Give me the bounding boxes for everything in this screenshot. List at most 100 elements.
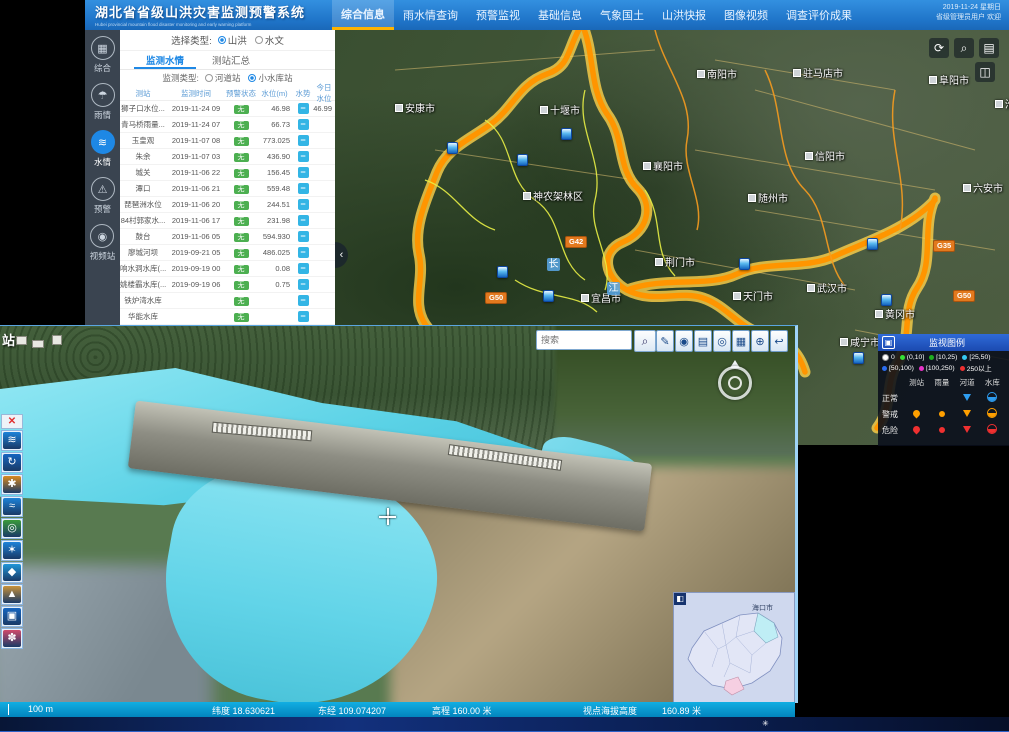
trend-icon: − bbox=[298, 215, 309, 226]
table-row[interactable]: 城关2019-11-06 22无156.45− bbox=[120, 165, 335, 181]
image-icon[interactable]: ▦ bbox=[732, 330, 750, 352]
swirl-tool-icon[interactable]: ✱ bbox=[1, 474, 23, 495]
nav-item-6[interactable]: 图像视频 bbox=[715, 0, 777, 30]
sidebar-item-3[interactable]: ⚠预警 bbox=[91, 177, 115, 215]
table-row[interactable]: 琵琶洲水位2019-11-06 20无244.51− bbox=[120, 197, 335, 213]
station-cell[interactable]: 响水洞水库(... bbox=[120, 263, 166, 274]
eye-icon[interactable]: ◎ bbox=[713, 330, 731, 352]
table-row[interactable]: 潭口2019-11-06 21无559.48− bbox=[120, 181, 335, 197]
table-row[interactable]: 姚楼霸水库(...2019-09-19 06无0.75− bbox=[120, 277, 335, 293]
station-marker-icon[interactable] bbox=[561, 128, 572, 140]
nav-item-7[interactable]: 调查评价成果 bbox=[777, 0, 861, 30]
nav-item-4[interactable]: 气象国土 bbox=[591, 0, 653, 30]
globe-icon[interactable]: ⊕ bbox=[751, 330, 769, 352]
sidebar-item-1[interactable]: ☂雨情 bbox=[91, 83, 115, 121]
view3d-window[interactable]: 站 ⌕ ✎◉▤◎▦⊕↩ ✕≋↻✱≈◎✶◆▲▣✽ 海口市 ◧ bbox=[0, 325, 798, 703]
scene-mode-button[interactable]: ◫ bbox=[975, 62, 995, 82]
table-row[interactable]: 青马桥雨量...2019-11-24 07无66.73− bbox=[120, 117, 335, 133]
nav-item-2[interactable]: 预警监视 bbox=[467, 0, 529, 30]
rotate-tool-icon[interactable]: ↻ bbox=[1, 452, 23, 473]
nav-item-0[interactable]: 综合信息 bbox=[332, 0, 394, 30]
table-row[interactable]: 鼓台2019-11-06 05无594.930− bbox=[120, 229, 335, 245]
station-cell[interactable]: 琵琶洲水位 bbox=[120, 199, 166, 210]
camera-icon[interactable]: ◉ bbox=[675, 330, 693, 352]
target-tool-icon[interactable]: ◎ bbox=[1, 518, 23, 539]
table-row[interactable]: 华能水库无− bbox=[120, 309, 335, 325]
station-cell[interactable]: 廖城河坝 bbox=[120, 247, 166, 258]
splash-tool-icon[interactable]: ✶ bbox=[1, 540, 23, 561]
table-header: 测站监测时间预警状态水位(m)水势今日水位 bbox=[120, 86, 335, 101]
station-marker-icon[interactable] bbox=[447, 142, 458, 154]
city-label: 淮南市 bbox=[995, 96, 1009, 111]
trend-icon: − bbox=[298, 167, 309, 178]
frame-tool-icon[interactable]: ▣ bbox=[1, 606, 23, 627]
table-row[interactable]: 朱余2019-11-07 03无436.90− bbox=[120, 149, 335, 165]
table-row[interactable]: 玉皇观2019-11-07 08无773.025− bbox=[120, 133, 335, 149]
ripple-tool-icon[interactable]: ≈ bbox=[1, 496, 23, 517]
search-icon[interactable]: ⌕ bbox=[954, 38, 974, 58]
station-cell[interactable]: 姚楼霸水库(... bbox=[120, 279, 166, 290]
analysis-tool-icon[interactable]: ✽ bbox=[1, 628, 23, 649]
brand-block: 湖北省省级山洪灾害监测预警系统 Hubei provincial mountai… bbox=[85, 0, 330, 30]
filter-radio-icon[interactable] bbox=[218, 36, 226, 44]
compass-control[interactable] bbox=[716, 362, 756, 406]
station-cell[interactable]: 青马桥雨量... bbox=[120, 119, 166, 130]
station-cell[interactable]: 玉皇观 bbox=[120, 135, 166, 146]
station-cell[interactable]: 84村郭家水... bbox=[120, 215, 166, 226]
tab-0[interactable]: 监测水情 bbox=[134, 51, 196, 69]
time-cell: 2019-09-19 06 bbox=[166, 280, 226, 289]
table-row[interactable]: 狮子口水位...2019-11-24 09无46.98−46.99 bbox=[120, 101, 335, 117]
city-dot-icon bbox=[581, 294, 589, 302]
layers-icon[interactable]: ▤ bbox=[979, 38, 999, 58]
filter-option-0[interactable]: 山洪 bbox=[218, 33, 247, 47]
station-marker-icon[interactable] bbox=[853, 352, 864, 364]
station-marker-icon[interactable] bbox=[881, 294, 892, 306]
legend-icon[interactable]: ▣ bbox=[882, 336, 895, 349]
station-marker-icon[interactable] bbox=[497, 266, 508, 278]
sidebar-item-2[interactable]: ≋水情 bbox=[91, 130, 115, 168]
table-row[interactable]: 84村郭家水...2019-11-06 17无231.98− bbox=[120, 213, 335, 229]
station-cell[interactable]: 铁炉湾水库 bbox=[120, 295, 166, 306]
nav-item-1[interactable]: 雨水情查询 bbox=[394, 0, 467, 30]
monitor-radio-icon[interactable] bbox=[248, 74, 256, 82]
table-row[interactable]: 铁炉湾水库无− bbox=[120, 293, 335, 309]
filter-radio-icon[interactable] bbox=[255, 36, 263, 44]
drop-tool-icon[interactable]: ◆ bbox=[1, 562, 23, 583]
close-icon[interactable]: ✕ bbox=[1, 414, 23, 429]
table-row[interactable]: 廖城河坝2019-09-21 05无486.025− bbox=[120, 245, 335, 261]
station-marker-icon[interactable] bbox=[517, 154, 528, 166]
tab-1[interactable]: 测站汇总 bbox=[200, 51, 262, 69]
terrain-tool-icon[interactable]: ▲ bbox=[1, 584, 23, 605]
station-marker-icon[interactable] bbox=[867, 238, 878, 250]
sidebar-item-0[interactable]: ▦综合 bbox=[91, 36, 115, 74]
nav-item-3[interactable]: 基础信息 bbox=[529, 0, 591, 30]
filter-option-1[interactable]: 水文 bbox=[255, 33, 284, 47]
inset-corner-icon[interactable]: ◧ bbox=[674, 593, 686, 605]
water-wave-tool-icon[interactable]: ≋ bbox=[1, 430, 23, 451]
station-marker-icon[interactable] bbox=[543, 290, 554, 302]
search-input[interactable] bbox=[536, 330, 632, 350]
trend-cell: − bbox=[293, 119, 313, 130]
list-icon[interactable]: ▤ bbox=[694, 330, 712, 352]
monitor-radio-icon[interactable] bbox=[205, 74, 213, 82]
road-badge: G42 bbox=[565, 236, 587, 248]
table-row[interactable]: 响水洞水库(...2019-09-19 00无0.08− bbox=[120, 261, 335, 277]
search-button[interactable]: ⌕ bbox=[634, 330, 656, 352]
station-cell[interactable]: 潭口 bbox=[120, 183, 166, 194]
city-dot-icon bbox=[995, 100, 1003, 108]
overview-inset-map[interactable]: 海口市 ◧ bbox=[673, 592, 795, 703]
monitor-option-1[interactable]: 小水库站 bbox=[248, 72, 292, 84]
monitor-option-0[interactable]: 河道站 bbox=[205, 72, 241, 84]
station-cell[interactable]: 城关 bbox=[120, 167, 166, 178]
station-marker-icon[interactable] bbox=[739, 258, 750, 270]
station-cell[interactable]: 狮子口水位... bbox=[120, 103, 166, 114]
sidebar-item-4[interactable]: ◉视频站 bbox=[90, 224, 116, 262]
refresh-icon[interactable]: ⟳ bbox=[929, 38, 949, 58]
station-cell[interactable]: 鼓台 bbox=[120, 231, 166, 242]
nav-item-5[interactable]: 山洪快报 bbox=[653, 0, 715, 30]
draw-icon[interactable]: ✎ bbox=[656, 330, 674, 352]
station-cell[interactable]: 朱余 bbox=[120, 151, 166, 162]
station-cell[interactable]: 华能水库 bbox=[120, 311, 166, 322]
undo-icon[interactable]: ↩ bbox=[770, 330, 788, 352]
header-user[interactable]: 省级管理员用户 欢迎 bbox=[936, 13, 1001, 23]
